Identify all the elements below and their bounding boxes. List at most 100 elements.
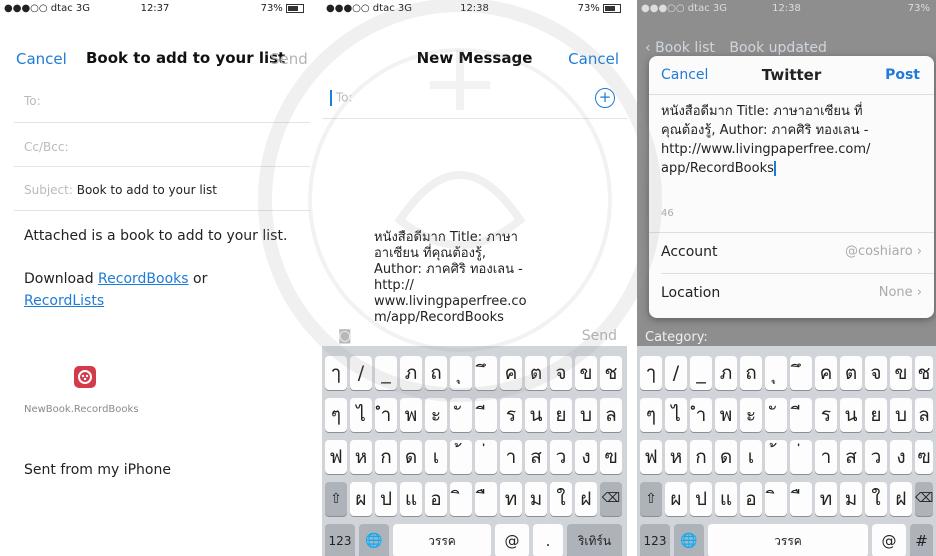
key[interactable]: บ <box>575 398 597 432</box>
send-button[interactable]: Send <box>582 328 617 344</box>
key[interactable]: ห <box>350 440 372 474</box>
key[interactable]: แ <box>400 482 422 516</box>
space-key[interactable]: วรรค <box>708 524 868 556</box>
key[interactable]: / <box>665 356 687 390</box>
key[interactable]: ข <box>890 356 912 390</box>
key[interactable]: ั <box>765 398 787 432</box>
key[interactable]: ำ <box>690 398 712 432</box>
key[interactable]: ิ <box>450 482 472 516</box>
backspace-key[interactable]: ⌫ <box>915 482 933 516</box>
camera-icon[interactable]: ◙ <box>338 328 352 344</box>
key[interactable]: ผ <box>350 482 372 516</box>
key[interactable]: ำ <box>375 398 397 432</box>
key[interactable]: ถ <box>740 356 762 390</box>
hash-key[interactable]: # <box>910 524 933 556</box>
key[interactable]: เ <box>740 440 762 474</box>
key[interactable]: ย <box>865 398 887 432</box>
key[interactable]: ก <box>690 440 712 474</box>
recordlists-link[interactable]: RecordLists <box>24 293 104 309</box>
recordbooks-link[interactable]: RecordBooks <box>98 271 189 287</box>
key[interactable]: า <box>815 440 837 474</box>
globe-icon[interactable]: 🌐 <box>359 524 389 556</box>
recordbooks-app-icon[interactable] <box>74 366 96 388</box>
key[interactable]: ๆ <box>640 398 662 432</box>
key[interactable]: ใ <box>550 482 572 516</box>
to-field[interactable]: To: <box>330 90 353 106</box>
key[interactable]: ส <box>840 440 862 474</box>
return-key[interactable]: ริเทิร์น <box>567 524 622 556</box>
key[interactable]: น <box>840 398 862 432</box>
key[interactable]: ุ <box>450 356 472 390</box>
space-key[interactable]: วรรค <box>393 524 491 556</box>
at-key[interactable]: @ <box>495 524 529 556</box>
key[interactable]: พ <box>715 398 737 432</box>
key[interactable]: ค <box>815 356 837 390</box>
shift-key[interactable]: ⇧ <box>640 482 662 516</box>
cc-bcc-field[interactable]: Cc/Bcc: <box>24 140 69 154</box>
key[interactable]: / <box>350 356 372 390</box>
key[interactable]: ล <box>600 398 622 432</box>
key[interactable]: ค <box>500 356 522 390</box>
key[interactable]: ้ <box>450 440 472 474</box>
key[interactable]: ไ <box>350 398 372 432</box>
attachment-filename[interactable]: NewBook.RecordBooks <box>24 404 139 415</box>
key[interactable]: ย <box>550 398 572 432</box>
key[interactable]: ฟ <box>640 440 662 474</box>
key[interactable]: ร <box>500 398 522 432</box>
key[interactable]: ่ <box>475 440 497 474</box>
key[interactable]: ฃ <box>600 440 622 474</box>
key[interactable]: ล <box>915 398 933 432</box>
key[interactable]: ี <box>790 398 812 432</box>
key[interactable]: ท <box>500 482 522 516</box>
key[interactable]: ป <box>690 482 712 516</box>
key[interactable]: พ <box>400 398 422 432</box>
location-row[interactable]: Location None › <box>649 274 934 314</box>
shift-key[interactable]: ⇧ <box>325 482 347 516</box>
key[interactable]: ง <box>575 440 597 474</box>
key[interactable]: ท <box>815 482 837 516</box>
key[interactable]: ะ <box>740 398 762 432</box>
key[interactable]: ึ <box>475 356 497 390</box>
key[interactable]: ร <box>815 398 837 432</box>
key[interactable]: ข <box>575 356 597 390</box>
key[interactable]: อ <box>425 482 447 516</box>
key[interactable]: ห <box>665 440 687 474</box>
key[interactable]: ุ <box>765 356 787 390</box>
key[interactable]: ๅ <box>325 356 347 390</box>
to-field[interactable]: To: <box>24 94 41 108</box>
numbers-key[interactable]: 123 <box>325 524 355 556</box>
key[interactable]: ช <box>600 356 622 390</box>
key[interactable]: ี <box>475 398 497 432</box>
key[interactable]: ม <box>525 482 547 516</box>
globe-icon[interactable]: 🌐 <box>674 524 704 556</box>
key[interactable]: ก <box>375 440 397 474</box>
key[interactable]: ม <box>840 482 862 516</box>
key[interactable]: ิ <box>765 482 787 516</box>
key[interactable]: ป <box>375 482 397 516</box>
key[interactable]: ๅ <box>640 356 662 390</box>
cancel-button[interactable]: Cancel <box>568 50 619 68</box>
key[interactable]: ต <box>525 356 547 390</box>
key[interactable]: ไ <box>665 398 687 432</box>
backspace-key[interactable]: ⌫ <box>600 482 622 516</box>
key[interactable]: ั <box>450 398 472 432</box>
key[interactable]: ภ <box>400 356 422 390</box>
post-button[interactable]: Post <box>885 67 920 83</box>
key[interactable]: ะ <box>425 398 447 432</box>
key[interactable]: จ <box>865 356 887 390</box>
key[interactable]: ง <box>890 440 912 474</box>
key[interactable]: น <box>525 398 547 432</box>
cancel-button[interactable]: Cancel <box>16 50 67 68</box>
key[interactable]: ด <box>400 440 422 474</box>
key[interactable]: _ <box>375 356 397 390</box>
key[interactable]: ฟ <box>325 440 347 474</box>
key[interactable]: ภ <box>715 356 737 390</box>
key[interactable]: ช <box>915 356 933 390</box>
key[interactable]: จ <box>550 356 572 390</box>
key[interactable]: ผ <box>665 482 687 516</box>
key[interactable]: ้ <box>765 440 787 474</box>
key[interactable]: ต <box>840 356 862 390</box>
key[interactable]: ่ <box>790 440 812 474</box>
key[interactable]: _ <box>690 356 712 390</box>
key[interactable]: บ <box>890 398 912 432</box>
